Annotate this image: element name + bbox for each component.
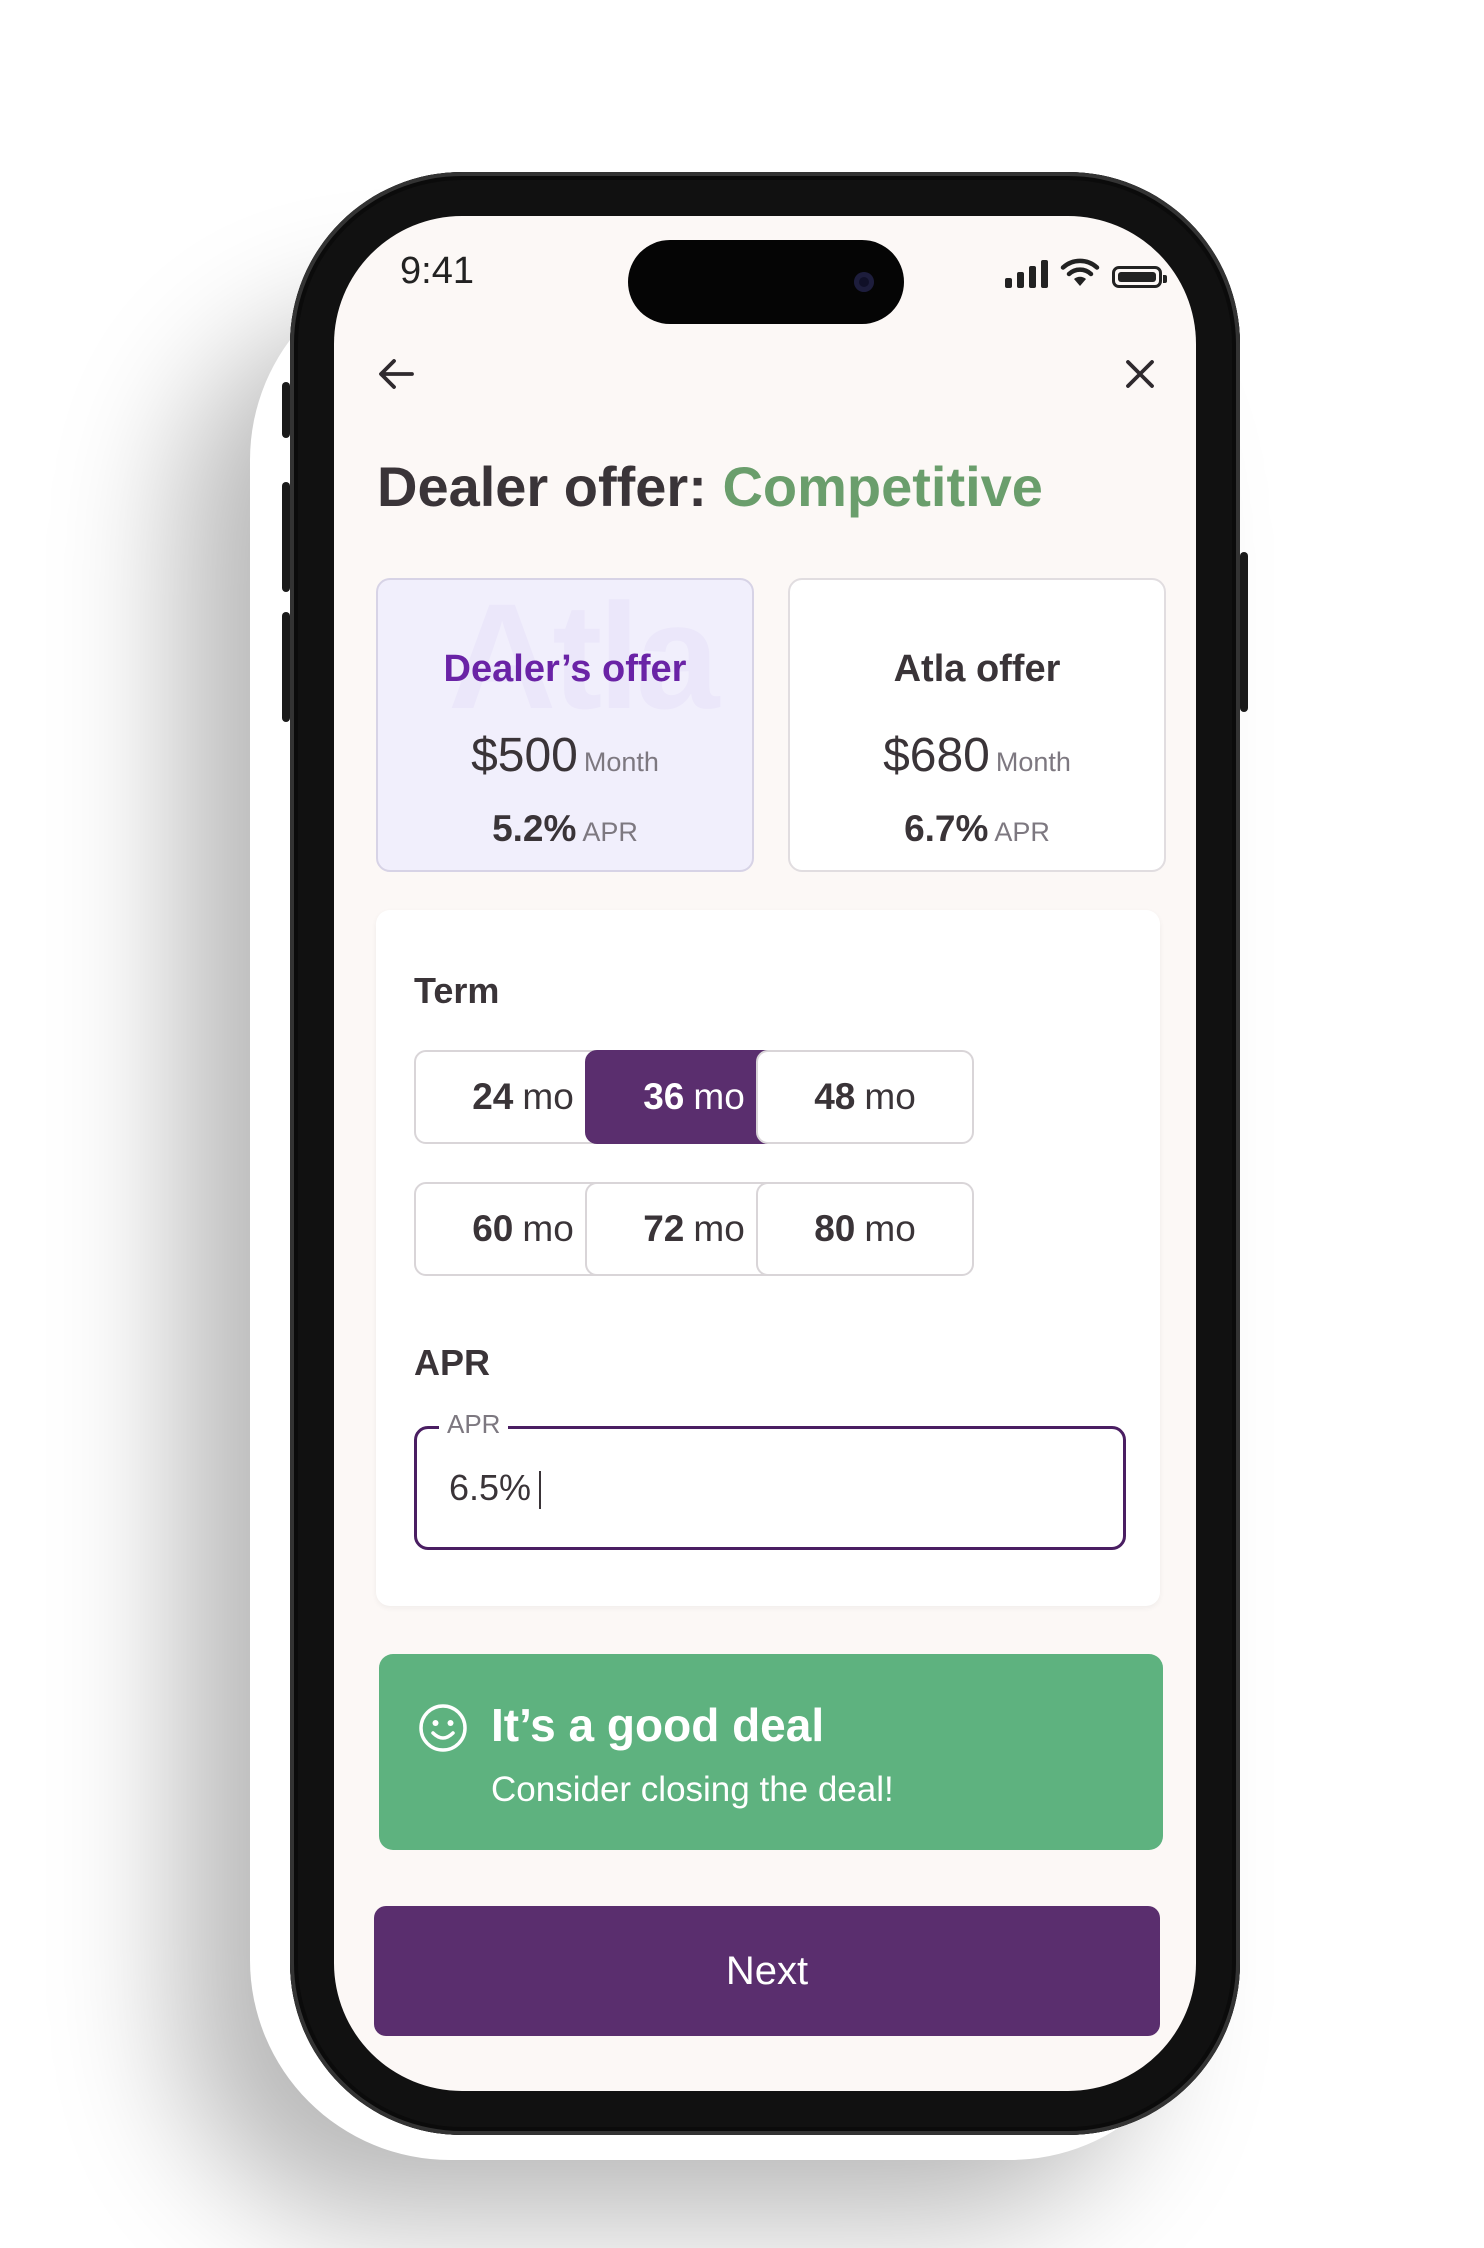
- dealer-offer-title: Dealer’s offer: [443, 648, 687, 690]
- deal-title: It’s a good deal: [491, 1699, 825, 1751]
- offer-status: Competitive: [722, 455, 1043, 518]
- atla-payment-period: Month: [995, 747, 1071, 777]
- volume-down-button: [282, 612, 290, 722]
- arrow-left-icon[interactable]: [372, 350, 420, 398]
- atla-payment-amount: $680: [883, 729, 990, 782]
- atla-offer-card[interactable]: Atla offer $680 Month 6.7% APR: [788, 578, 1166, 872]
- term-option-unit: mo: [522, 1076, 574, 1117]
- term-option-unit: mo: [522, 1208, 574, 1249]
- next-button[interactable]: Next: [374, 1906, 1160, 2036]
- smiley-face-icon: [419, 1704, 467, 1752]
- dealer-monthly-payment: $500 Month: [378, 728, 752, 783]
- status-time: 9:41: [400, 250, 474, 292]
- dealer-payment-amount: $500: [471, 729, 578, 782]
- deal-subtitle: Consider closing the deal!: [491, 1770, 894, 1809]
- term-option-80[interactable]: 80 mo: [756, 1182, 974, 1276]
- dynamic-island: [628, 240, 904, 324]
- term-option-unit: mo: [864, 1208, 916, 1249]
- term-option-unit: mo: [693, 1208, 745, 1249]
- dealer-apr-value: 5.2%: [492, 808, 577, 849]
- dealer-apr-label: APR: [582, 817, 638, 847]
- deal-assessment-banner: It’s a good deal Consider closing the de…: [379, 1654, 1163, 1850]
- dealer-apr: 5.2% APR: [378, 808, 752, 850]
- phone-screen: 9:41 Dealer offer: Competitive Atla Deal…: [334, 216, 1196, 2091]
- dealer-offer-card[interactable]: Atla Dealer’s offer $500 Month 5.2% APR: [376, 578, 754, 872]
- term-option-48[interactable]: 48 mo: [756, 1050, 974, 1144]
- atla-monthly-payment: $680 Month: [790, 728, 1164, 783]
- atla-apr: 6.7% APR: [790, 808, 1164, 850]
- apr-input-label: APR: [439, 1409, 509, 1440]
- status-icons: [1005, 258, 1167, 288]
- term-option-number: 36: [643, 1076, 685, 1117]
- apr-input-value[interactable]: 6.5%: [449, 1467, 542, 1510]
- term-option-number: 24: [472, 1076, 514, 1117]
- page-title: Dealer offer: Competitive: [377, 454, 1043, 519]
- term-option-number: 72: [643, 1208, 685, 1249]
- apr-input[interactable]: APR 6.5%: [414, 1409, 1126, 1550]
- action-button: [282, 382, 290, 438]
- battery-icon: [1112, 266, 1167, 288]
- title-prefix: Dealer offer:: [377, 455, 707, 518]
- wifi-icon: [1060, 258, 1100, 286]
- front-camera: [854, 272, 874, 292]
- loan-terms-card: Term 24 mo 36 mo 48 mo 60 mo 72 mo 80 mo APR A…: [376, 910, 1160, 1606]
- apr-input-text: 6.5%: [449, 1467, 532, 1508]
- atla-apr-label: APR: [994, 817, 1050, 847]
- volume-up-button: [282, 482, 290, 592]
- term-option-number: 48: [814, 1076, 856, 1117]
- close-icon[interactable]: [1116, 350, 1164, 398]
- atla-offer-title: Atla offer: [893, 648, 1061, 690]
- text-cursor: [539, 1471, 542, 1510]
- dealer-payment-period: Month: [583, 747, 659, 777]
- term-option-unit: mo: [693, 1076, 745, 1117]
- apr-section-label: APR: [414, 1342, 491, 1383]
- atla-apr-value: 6.7%: [904, 808, 989, 849]
- term-option-number: 80: [814, 1208, 856, 1249]
- power-button: [1240, 552, 1248, 712]
- term-option-number: 60: [472, 1208, 514, 1249]
- term-option-unit: mo: [864, 1076, 916, 1117]
- cellular-signal-icon: [1005, 258, 1048, 288]
- term-label: Term: [414, 970, 500, 1011]
